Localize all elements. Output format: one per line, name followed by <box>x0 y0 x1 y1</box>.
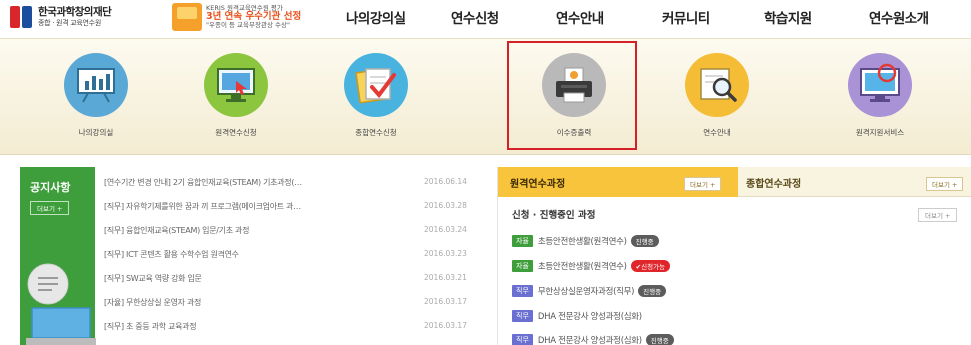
site-header: 한국과학창의재단 종합 · 원격 교육연수원 KERIS 원격교육연수원 평가 … <box>0 0 971 38</box>
logo-subtitle: 종합 · 원격 교육연수원 <box>38 19 101 28</box>
notice-item-title: [자율] 무한상상실 운영자 과정 <box>104 298 202 307</box>
course-name: 무한상상실운영자과정(직무) <box>537 287 635 297</box>
magnifier-icon <box>700 68 737 102</box>
course-section-title: 신청 · 진행중인 과정 <box>512 210 596 221</box>
notice-item-title: [직무] 자유학기제를위한 꿈과 끼 프로그램(메이크업아트 과… <box>104 202 301 211</box>
award-banner[interactable]: KERIS 원격교육연수원 평가 3년 연속 우수기관 선정 "우종이 등 교육… <box>172 3 301 31</box>
quick-my-classroom[interactable]: 나의강의실 <box>39 39 149 156</box>
nav-my-classroom[interactable]: 나의강의실 <box>346 7 406 27</box>
tab-remote-courses[interactable]: 원격연수과정 더보기 + <box>498 167 738 197</box>
quick-label: 나의강의실 <box>78 128 114 137</box>
course-name: DHA 전문강사 양성과정(심화) <box>537 312 642 322</box>
tab-general-label: 종합연수과정 <box>746 179 802 190</box>
notice-title: 공지사항 <box>30 181 71 194</box>
award-line-3: "우종이 등 교육부장관상 수상" <box>206 21 290 30</box>
notice-item[interactable]: [직무] 자유학기제를위한 꿈과 끼 프로그램(메이크업아트 과… 2016.0… <box>102 197 487 217</box>
tab-general-courses[interactable]: 종합연수과정 더보기 + <box>738 167 971 197</box>
notice-item-title: [직무] ICT 콘텐츠 활용 수학수업 원격연수 <box>104 250 239 259</box>
course-tag: 직무 <box>512 310 533 322</box>
nav-apply[interactable]: 연수신청 <box>451 7 499 27</box>
nav-learning-support[interactable]: 학습지원 <box>764 7 812 27</box>
notice-item[interactable]: [연수기간 변경 안내] 2기 융합인재교육(STEAM) 기초과정(… 201… <box>102 173 487 193</box>
quick-training-guide[interactable]: 연수안내 <box>660 39 770 156</box>
notice-item-date: 2016.06.14 <box>424 177 467 186</box>
course-tabs: 원격연수과정 더보기 + 종합연수과정 더보기 + <box>498 167 971 197</box>
award-badge-icon <box>172 3 202 31</box>
notice-item[interactable]: [직무] ICT 콘텐츠 활용 수학수업 원격연수 2016.03.23 <box>102 245 487 265</box>
notice-item[interactable]: [직무] SW교육 역량 강화 입문 2016.03.21 <box>102 269 487 289</box>
course-name: 초등안전한생활(원격연수) <box>537 237 627 247</box>
monitor-icon <box>217 68 255 102</box>
course-status-badge: 진행중 <box>630 235 659 247</box>
laptop-chat-icon <box>26 263 96 345</box>
monitor-support-icon <box>860 63 900 102</box>
notice-item-date: 2016.03.17 <box>424 321 467 330</box>
notice-item-date: 2016.03.24 <box>424 225 467 234</box>
quick-label: 원격연수신청 <box>215 128 257 137</box>
logo-title: 한국과학창의재단 <box>38 5 112 18</box>
quick-remote-support[interactable]: 원격지원서비스 <box>823 39 933 156</box>
quick-menu-band: 나의강의실 원격연수신청 종합연수신청 이수증출력 연수안내 원격지원서비스 <box>0 38 971 155</box>
nav-about[interactable]: 연수원소개 <box>869 7 929 27</box>
course-item[interactable]: 자율 초등안전한생활(원격연수) ✔신청가능 <box>512 257 671 275</box>
notice-item[interactable]: [직무] 융합인재교육(STEAM) 입문/기초 과정 2016.03.24 <box>102 221 487 241</box>
notice-item-title: [직무] SW교육 역량 강화 입문 <box>104 274 202 283</box>
notice-item-date: 2016.03.23 <box>424 249 467 258</box>
notice-item[interactable]: [자율] 무한상상실 운영자 과정 2016.03.17 <box>102 293 487 313</box>
course-item[interactable]: 직무 무한상상실운영자과정(직무) 진행중 <box>512 282 667 300</box>
notice-more-button[interactable]: 더보기 + <box>30 201 70 215</box>
tab-remote-label: 원격연수과정 <box>510 179 566 190</box>
course-name: 초등안전한생활(원격연수) <box>537 262 627 272</box>
general-more-button[interactable]: 더보기 + <box>926 177 964 191</box>
notice-item-title: [직무] 융합인재교육(STEAM) 입문/기초 과정 <box>104 226 250 235</box>
course-tag: 자율 <box>512 235 533 247</box>
nav-guide[interactable]: 연수안내 <box>556 7 604 27</box>
site-logo[interactable]: 한국과학창의재단 종합 · 원격 교육연수원 <box>10 5 112 28</box>
nav-community[interactable]: 커뮤니티 <box>662 7 710 27</box>
course-item[interactable]: 자율 초등안전한생활(원격연수) 진행중 <box>512 232 659 250</box>
foundation-logo-icon <box>10 6 32 28</box>
course-tag: 자율 <box>512 260 533 272</box>
notice-item-date: 2016.03.28 <box>424 201 467 210</box>
quick-general-apply[interactable]: 종합연수신청 <box>319 39 429 156</box>
course-item[interactable]: 직무 DHA 전문강사 양성과정(심화) <box>512 307 642 325</box>
quick-label: 종합연수신청 <box>355 128 397 137</box>
course-panel: 원격연수과정 더보기 + 종합연수과정 더보기 + 신청 · 진행중인 과정 더… <box>497 167 971 345</box>
chart-board-icon <box>77 68 115 103</box>
course-status-badge: 진행중 <box>645 334 674 345</box>
course-name: DHA 전문강사 양성과정(심화) <box>537 336 642 345</box>
course-tag: 직무 <box>512 334 533 345</box>
course-tag: 직무 <box>512 285 533 297</box>
notice-item-date: 2016.03.21 <box>424 273 467 282</box>
folder-check-icon <box>355 68 396 104</box>
quick-label: 연수안내 <box>703 128 731 137</box>
notice-item[interactable]: [직무] 초 중등 과학 교육과정 2016.03.17 <box>102 317 487 337</box>
course-section-more-button[interactable]: 더보기 + <box>918 208 958 222</box>
notice-item-date: 2016.03.17 <box>424 297 467 306</box>
course-status-badge: ✔신청가능 <box>630 260 671 272</box>
quick-label: 원격지원서비스 <box>855 128 905 137</box>
quick-remote-apply[interactable]: 원격연수신청 <box>179 39 289 156</box>
notice-item-title: [연수기간 변경 안내] 2기 융합인재교육(STEAM) 기초과정(… <box>104 178 302 187</box>
remote-more-button[interactable]: 더보기 + <box>684 177 722 191</box>
highlight-box <box>507 41 637 150</box>
course-status-badge: 진행중 <box>638 285 667 297</box>
course-item[interactable]: 직무 DHA 전문강사 양성과정(심화) 진행중 <box>512 331 674 345</box>
notice-item-title: [직무] 초 중등 과학 교육과정 <box>104 322 197 331</box>
